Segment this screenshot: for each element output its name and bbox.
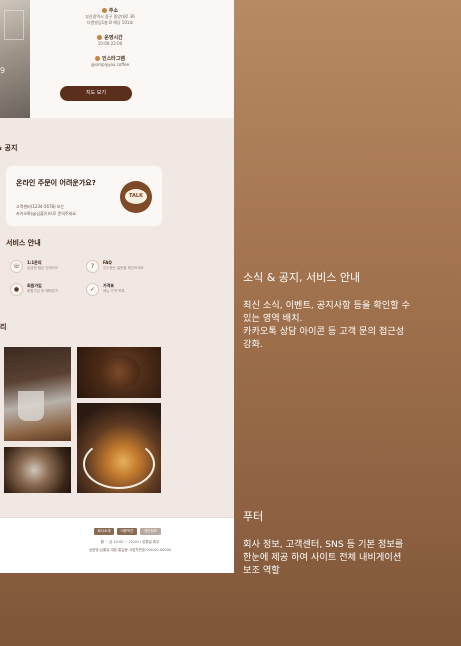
location-section: 9 주소 부산광역시 중구 중앙대로 36 다원빌딩1층 B 해당 101호 운… xyxy=(0,0,234,118)
kakao-heading: 온라인 주문이 어려운가요? xyxy=(16,179,96,187)
description-text: 회사 정보, 고객센터, SNS 등 기본 정보를 한눈에 제공 하여 사이트 … xyxy=(243,538,443,577)
service-section-title: 서비스 안내 xyxy=(6,239,41,247)
pin-icon xyxy=(101,8,107,13)
kakao-body: 고객센터(1234-5678) 또는 카카오톡(@심플유)으로 문의주세요. xyxy=(16,203,77,217)
news-section-title: & 공지 xyxy=(0,144,18,152)
footer-company-info: 상호명:심플유 대표:홍길동 사업자번호:000-00-00000 xyxy=(88,548,172,552)
footer-privacy-button[interactable]: 개인정보 xyxy=(140,528,161,535)
window-frame xyxy=(4,10,24,40)
beans-shape xyxy=(97,355,141,389)
instagram-icon xyxy=(94,56,100,61)
footer: 회사소개 이용약관 개인정보 월 ~ 금 10:00 ~ 22:00 / 공휴일… xyxy=(0,517,234,573)
hours-block: 운영시간 10:00-22:00 xyxy=(30,35,190,47)
talk-bubble: TALK xyxy=(125,189,147,204)
description-title: 푸터 xyxy=(243,510,264,523)
description-line: 회사 정보, 고객센터, SNS 등 기본 정보를 xyxy=(243,539,404,550)
user-icon: ● xyxy=(10,283,23,296)
footer-terms-button[interactable]: 이용약관 xyxy=(117,528,137,535)
description-line: 최신 소식, 이벤트, 공지사항 등을 확인할 수 xyxy=(243,300,411,311)
photo-number: 9 xyxy=(0,66,6,75)
kakao-body-line-1: 고객센터(1234-5678) 또는 xyxy=(16,204,65,209)
service-item-signup[interactable]: ● 회원가입 회원가입 후 혜택받기 xyxy=(10,282,88,298)
gallery-section-title: 리 xyxy=(0,323,7,331)
cup-shape xyxy=(83,439,155,489)
description-line: 강화. xyxy=(243,339,263,350)
address-line-2: 다원빌딩1층 B 해당 101호 xyxy=(86,20,134,25)
checklist-icon: ✓ xyxy=(86,283,99,296)
service-item-price[interactable]: ✓ 가격표 메뉴 가격 목록 xyxy=(86,282,164,298)
hours-value: 10:00-22:00 xyxy=(97,41,123,46)
gallery-image-pour-over[interactable] xyxy=(4,347,71,441)
headset-icon: ☏ xyxy=(10,260,23,273)
service-sub: 궁금한 점은 언제라도 xyxy=(27,266,59,270)
kakao-body-line-2: 카카오톡(@심플유)으로 문의주세요. xyxy=(16,211,78,216)
description-line: 카카오톡 상담 아이콘 등 고객 문의 접근성 xyxy=(243,326,405,337)
service-item-inquiry[interactable]: ☏ 1:1문의 궁금한 점은 언제라도 xyxy=(10,259,88,275)
mockup-page: 9 주소 부산광역시 중구 중앙대로 36 다원빌딩1층 B 해당 101호 운… xyxy=(0,0,234,573)
carafe-shape xyxy=(18,391,44,421)
cafe-photo: 9 xyxy=(0,0,30,118)
description-title: 소식 & 공지, 서비스 안내 xyxy=(243,271,361,284)
description-footer: 푸터 회사 정보, 고객센터, SNS 등 기본 정보를 한눈에 제공 하여 사… xyxy=(243,508,443,577)
address-block: 주소 부산광역시 중구 중앙대로 36 다원빌딩1층 B 해당 101호 xyxy=(30,8,190,26)
footer-hours: 월 ~ 금 10:00 ~ 22:00 / 공휴일 휴무 xyxy=(100,540,160,544)
description-line: 보조 역할 xyxy=(243,565,280,576)
service-sub: 메뉴 가격 목록 xyxy=(103,289,125,293)
description-news: 소식 & 공지, 서비스 안내 최신 소식, 이벤트, 공지사항 등을 확인할 … xyxy=(243,269,443,351)
kakao-inquiry-card[interactable]: 온라인 주문이 어려운가요? 고객센터(1234-5678) 또는 카카오톡(@… xyxy=(6,166,162,226)
gallery-image-espresso[interactable] xyxy=(77,403,161,493)
instagram-handle[interactable]: @simplyyou.coffee xyxy=(30,62,190,68)
service-sub: 자주묻는 질문을 확인하세요 xyxy=(103,266,144,270)
faq-icon: ? xyxy=(86,260,99,273)
description-text: 최신 소식, 이벤트, 공지사항 등을 확인할 수 있는 영역 배치. 카카오톡… xyxy=(243,299,443,351)
footer-company-button[interactable]: 회사소개 xyxy=(94,528,114,535)
instagram-block: 인스타그램 @simplyyou.coffee xyxy=(30,56,190,68)
map-button[interactable]: 지도 보기 xyxy=(60,86,132,101)
clock-icon xyxy=(97,35,103,40)
gallery-image-coffee-beans[interactable] xyxy=(77,347,161,398)
kakao-talk-icon[interactable]: TALK xyxy=(120,181,152,213)
service-item-faq[interactable]: ? FAQ 자주묻는 질문을 확인하세요 xyxy=(86,259,164,275)
gallery-image-roaster[interactable] xyxy=(4,447,71,493)
description-line: 한눈에 제공 하여 사이트 전체 내비게이션 xyxy=(243,552,402,563)
service-title: FAQ xyxy=(103,260,112,265)
description-line: 있는 영역 배치. xyxy=(243,313,303,324)
service-sub: 회원가입 후 혜택받기 xyxy=(27,289,59,293)
